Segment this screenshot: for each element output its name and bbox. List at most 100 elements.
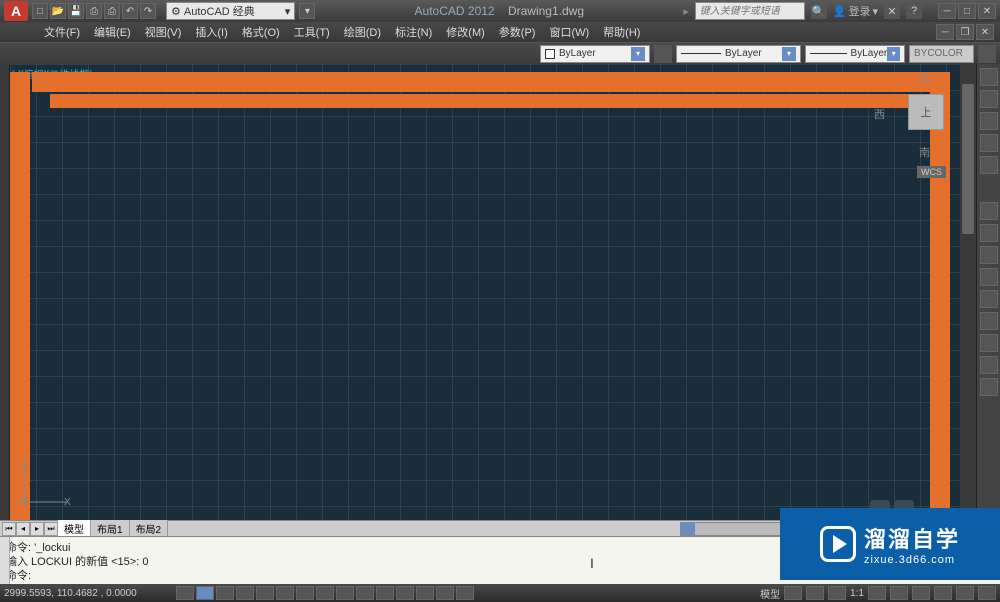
linetype-sample-icon — [681, 53, 721, 54]
doc-close-button[interactable]: ✕ — [976, 24, 994, 40]
tab-last-icon[interactable]: ⏭ — [44, 522, 58, 536]
new-icon[interactable]: □ — [32, 3, 48, 19]
tab-first-icon[interactable]: ⏮ — [2, 522, 16, 536]
menu-dimension[interactable]: 标注(N) — [389, 22, 438, 42]
zoom-extents-icon[interactable] — [980, 112, 998, 130]
color-picker-icon[interactable] — [654, 45, 672, 63]
menu-edit[interactable]: 编辑(E) — [88, 22, 137, 42]
tool-icon[interactable] — [980, 224, 998, 242]
login-button[interactable]: 👤 登录 ▾ — [833, 3, 878, 19]
plotstyle-combo[interactable]: BYCOLOR — [909, 45, 974, 63]
help-icon[interactable]: ? — [906, 3, 922, 19]
left-toolbar — [0, 64, 10, 520]
maximize-button[interactable]: □ — [958, 3, 976, 19]
workspace-save-icon[interactable]: ▾ — [299, 3, 315, 19]
tab-model[interactable]: 模型 — [58, 520, 91, 537]
open-icon[interactable]: 📂 — [50, 3, 66, 19]
workspace-selector[interactable]: ⚙ AutoCAD 经典 ▾ — [166, 2, 295, 20]
tool-icon[interactable] — [980, 312, 998, 330]
properties-toolbar: ByLayer ▾ ByLayer ▾ ByLayer ▾ BYCOLOR — [0, 42, 1000, 64]
app-logo[interactable]: A — [4, 1, 28, 21]
compass-west: 西 — [874, 106, 885, 122]
menu-tools[interactable]: 工具(T) — [288, 22, 336, 42]
menu-view[interactable]: 视图(V) — [139, 22, 188, 42]
color-swatch-icon — [545, 49, 555, 59]
orbit-icon[interactable] — [980, 134, 998, 152]
status-bar: 2999.5593, 110.4682 , 0.0000 模型 1:1 — [0, 584, 1000, 602]
menu-window[interactable]: 窗口(W) — [543, 22, 595, 42]
tool-icon[interactable] — [980, 334, 998, 352]
chevron-down-icon: ▾ — [887, 47, 900, 61]
lineweight-sample-icon — [810, 53, 847, 54]
user-icon: 👤 — [833, 5, 847, 18]
search-icon[interactable]: 🔍 — [811, 3, 827, 19]
window-title: AutoCAD 2012 Drawing1.dwg — [315, 4, 683, 18]
minimize-button[interactable]: ─ — [938, 3, 956, 19]
viewcube[interactable]: 北 西 上 南 WCS — [874, 70, 954, 170]
menu-insert[interactable]: 插入(I) — [189, 22, 233, 42]
tool-icon[interactable] — [980, 202, 998, 220]
saveas-icon[interactable]: ⎙ — [86, 3, 102, 19]
title-bar: A □ 📂 💾 ⎙ ⎙ ↶ ↷ ⚙ AutoCAD 经典 ▾ ▾ AutoCAD… — [0, 0, 1000, 22]
tool-icon[interactable] — [980, 246, 998, 264]
print-icon[interactable]: ⎙ — [104, 3, 120, 19]
chevron-down-icon: ▾ — [872, 5, 878, 18]
color-combo[interactable]: ByLayer ▾ — [540, 45, 650, 63]
viewport-label[interactable]: [-][俯视][二维线框] — [12, 66, 92, 81]
watermark-url: zixue.3d66.com — [864, 554, 960, 566]
navigation-bar — [976, 64, 1000, 520]
close-button[interactable]: ✕ — [978, 3, 996, 19]
tool-icon[interactable] — [980, 378, 998, 396]
chevron-down-icon: ▾ — [782, 47, 796, 61]
watermark-brand: 溜溜自学 — [864, 522, 960, 554]
redo-icon[interactable]: ↷ — [140, 3, 156, 19]
gear-icon: ⚙ — [171, 5, 181, 18]
properties-icon[interactable] — [978, 45, 996, 63]
play-icon — [820, 526, 856, 562]
menu-parametric[interactable]: 参数(P) — [493, 22, 542, 42]
drawing-canvas[interactable]: [-][俯视][二维线框] Y X 北 西 上 南 WCS — [10, 64, 960, 520]
viewcube-top[interactable]: 上 — [908, 94, 944, 130]
linetype-combo[interactable]: ByLayer ▾ — [676, 45, 801, 63]
search-arrow-icon: ▸ — [683, 5, 689, 18]
wcs-label[interactable]: WCS — [917, 166, 946, 178]
undo-icon[interactable]: ↶ — [122, 3, 138, 19]
compass-south: 南 — [919, 144, 930, 160]
watermark: 溜溜自学 zixue.3d66.com — [780, 508, 1000, 580]
tab-layout1[interactable]: 布局1 — [91, 520, 130, 537]
pan-icon[interactable] — [980, 90, 998, 108]
quick-access-toolbar: □ 📂 💾 ⎙ ⎙ ↶ ↷ — [32, 3, 156, 19]
workspace: [-][俯视][二维线框] Y X 北 西 上 南 WCS — [0, 64, 1000, 520]
save-icon[interactable]: 💾 — [68, 3, 84, 19]
menu-format[interactable]: 格式(O) — [236, 22, 286, 42]
lineweight-combo[interactable]: ByLayer ▾ — [805, 45, 905, 63]
command-handle[interactable] — [0, 537, 10, 584]
menu-file[interactable]: 文件(F) — [38, 22, 86, 42]
text-cursor-icon: I — [590, 555, 594, 571]
tool-icon[interactable] — [980, 356, 998, 374]
annotation-scale[interactable]: 1:1 — [850, 588, 864, 599]
exchange-icon[interactable]: ✕ — [884, 3, 900, 19]
menu-draw[interactable]: 绘图(D) — [338, 22, 387, 42]
showmotion-icon[interactable] — [980, 156, 998, 174]
nav-wheel-icon[interactable] — [980, 68, 998, 86]
doc-minimize-button[interactable]: ─ — [936, 24, 954, 40]
coordinates[interactable]: 2999.5593, 110.4682 , 0.0000 — [4, 588, 174, 599]
tool-icon[interactable] — [980, 290, 998, 308]
chevron-down-icon: ▾ — [285, 5, 291, 18]
tab-next-icon[interactable]: ▸ — [30, 522, 44, 536]
menu-bar: 文件(F) 编辑(E) 视图(V) 插入(I) 格式(O) 工具(T) 绘图(D… — [0, 22, 1000, 42]
menu-help[interactable]: 帮助(H) — [597, 22, 646, 42]
tab-layout2[interactable]: 布局2 — [130, 520, 169, 537]
doc-restore-button[interactable]: ❐ — [956, 24, 974, 40]
workspace-label: AutoCAD 经典 — [184, 3, 255, 19]
grid — [10, 64, 960, 520]
compass-north: 北 — [919, 70, 930, 86]
model-space-button[interactable]: 模型 — [760, 586, 780, 601]
menu-modify[interactable]: 修改(M) — [440, 22, 491, 42]
vertical-scrollbar[interactable] — [960, 64, 976, 520]
search-input[interactable] — [695, 2, 805, 20]
tab-prev-icon[interactable]: ◂ — [16, 522, 30, 536]
tool-icon[interactable] — [980, 268, 998, 286]
chevron-down-icon: ▾ — [631, 47, 645, 61]
